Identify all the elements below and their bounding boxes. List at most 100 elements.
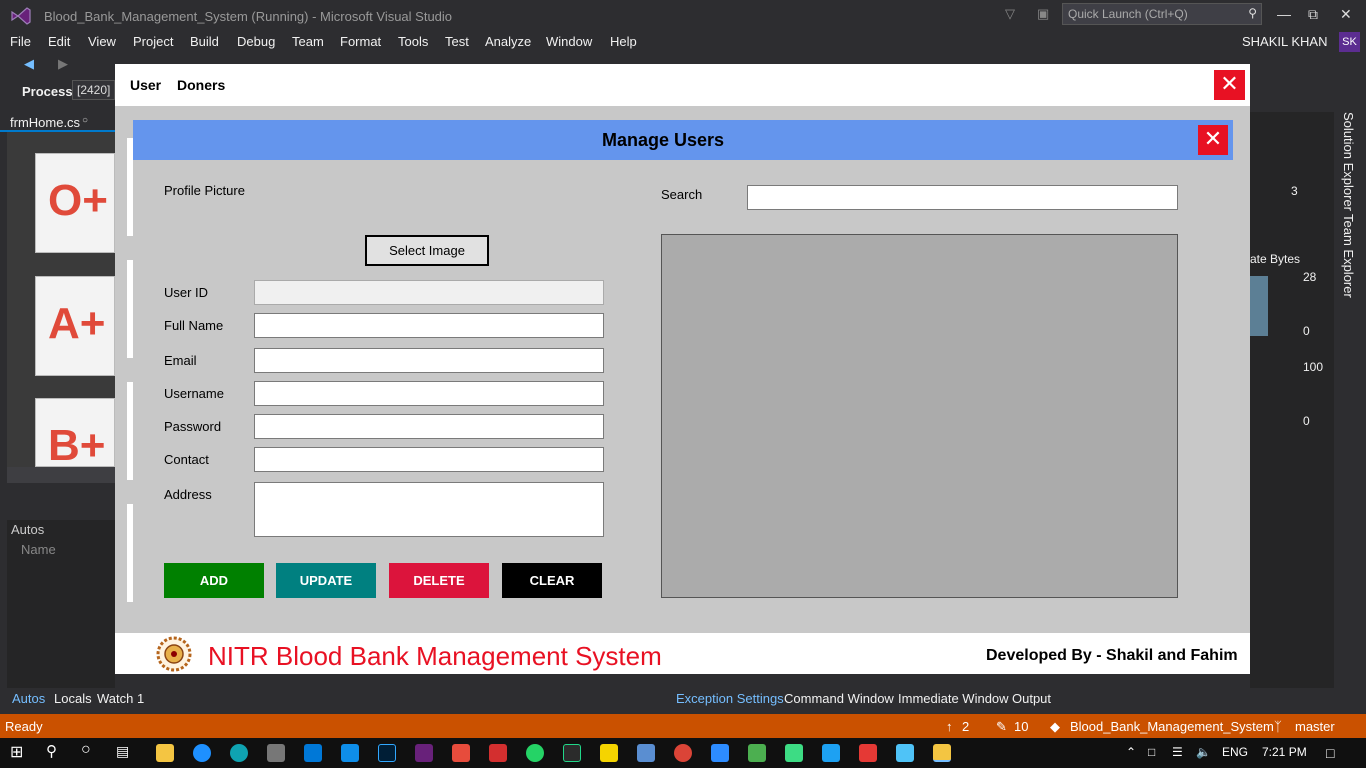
app-icon[interactable] bbox=[637, 744, 655, 762]
unpushed-count[interactable]: 2 bbox=[962, 719, 969, 734]
menu-build[interactable]: Build bbox=[190, 34, 219, 49]
wifi-icon[interactable]: ☰ bbox=[1172, 745, 1183, 759]
menu-user[interactable]: User bbox=[130, 77, 161, 93]
changes-count[interactable]: 10 bbox=[1014, 719, 1028, 734]
app-icon[interactable] bbox=[859, 744, 877, 762]
menu-window[interactable]: Window bbox=[546, 34, 592, 49]
menu-doners[interactable]: Doners bbox=[177, 77, 225, 93]
process-select[interactable]: [2420] B bbox=[72, 80, 115, 100]
whatsapp-icon[interactable] bbox=[526, 744, 544, 762]
menu-test[interactable]: Test bbox=[445, 34, 469, 49]
close-icon[interactable]: ✕ bbox=[1214, 70, 1245, 100]
menu-analyze[interactable]: Analyze bbox=[485, 34, 531, 49]
store-icon[interactable] bbox=[267, 744, 285, 762]
close-window-icon[interactable]: ✕ bbox=[1340, 6, 1352, 23]
select-image-button[interactable]: Select Image bbox=[365, 235, 489, 266]
search-input[interactable] bbox=[747, 185, 1178, 210]
cpu-min-label: 0 bbox=[1303, 414, 1310, 428]
tab-exception-settings[interactable]: Exception Settings bbox=[676, 691, 784, 706]
pycharm-icon[interactable] bbox=[563, 744, 581, 762]
app-icon[interactable] bbox=[896, 744, 914, 762]
tab-autos[interactable]: Autos bbox=[12, 691, 45, 706]
running-app-icon[interactable] bbox=[933, 744, 951, 762]
network-icon[interactable]: □ bbox=[1148, 745, 1155, 759]
chevron-up-icon[interactable]: ⌃ bbox=[1126, 745, 1136, 759]
app-icon[interactable] bbox=[452, 744, 470, 762]
add-button[interactable]: ADD bbox=[164, 563, 264, 598]
username-field[interactable] bbox=[254, 381, 604, 406]
repository-name[interactable]: Blood_Bank_Management_System bbox=[1070, 719, 1274, 734]
task-view-icon[interactable]: ▤ bbox=[116, 743, 129, 760]
mail-icon[interactable] bbox=[304, 744, 322, 762]
blood-group-card[interactable]: O+ bbox=[35, 153, 115, 253]
menu-debug[interactable]: Debug bbox=[237, 34, 275, 49]
full-name-field[interactable] bbox=[254, 313, 604, 338]
photoshop-icon[interactable] bbox=[378, 744, 396, 762]
menu-team[interactable]: Team bbox=[292, 34, 324, 49]
chrome-icon[interactable] bbox=[674, 744, 692, 762]
menu-format[interactable]: Format bbox=[340, 34, 381, 49]
email-field[interactable] bbox=[254, 348, 604, 373]
edge-icon[interactable] bbox=[230, 744, 248, 762]
update-button[interactable]: UPDATE bbox=[276, 563, 376, 598]
blood-group-card[interactable]: A+ bbox=[35, 276, 115, 376]
user-id-field[interactable] bbox=[254, 280, 604, 305]
team-explorer-tab[interactable]: Team Explorer bbox=[1341, 214, 1356, 298]
acrobat-icon[interactable] bbox=[489, 744, 507, 762]
menu-view[interactable]: View bbox=[88, 34, 116, 49]
contact-field[interactable] bbox=[254, 447, 604, 472]
menu-edit[interactable]: Edit bbox=[48, 34, 70, 49]
avatar[interactable]: SK bbox=[1339, 32, 1360, 52]
minimize-icon[interactable]: — bbox=[1277, 6, 1291, 22]
blood-group-card[interactable]: B+ bbox=[35, 398, 115, 467]
restore-icon[interactable]: ⧉ bbox=[1308, 6, 1318, 23]
branch-name[interactable]: master bbox=[1295, 719, 1335, 734]
cortana-icon[interactable]: ○ bbox=[81, 741, 91, 759]
search-icon: ⚲ bbox=[1248, 6, 1257, 20]
tab-command-window[interactable]: Command Window bbox=[784, 691, 894, 706]
menu-help[interactable]: Help bbox=[610, 34, 637, 49]
nitr-logo-icon bbox=[156, 636, 192, 672]
menu-tools[interactable]: Tools bbox=[398, 34, 428, 49]
file-explorer-icon[interactable] bbox=[156, 744, 174, 762]
app-icon[interactable] bbox=[785, 744, 803, 762]
zoom-icon[interactable] bbox=[711, 744, 729, 762]
windows-start-icon[interactable]: ⊞ bbox=[10, 742, 23, 762]
menu-project[interactable]: Project bbox=[133, 34, 173, 49]
autos-title: Autos bbox=[11, 522, 45, 537]
notifications-icon[interactable]: □ bbox=[1326, 745, 1334, 761]
designer-surface: O+ A+ B+ bbox=[7, 132, 115, 467]
search-icon[interactable]: ⚲ bbox=[46, 742, 57, 760]
timeline-label: 3 bbox=[1291, 184, 1298, 198]
clear-button[interactable]: CLEAR bbox=[502, 563, 602, 598]
tab-immediate-window[interactable]: Immediate Window bbox=[898, 691, 1009, 706]
feedback-icon[interactable]: ▣ bbox=[1037, 6, 1049, 22]
visual-studio-icon[interactable] bbox=[415, 744, 433, 762]
app-icon[interactable] bbox=[748, 744, 766, 762]
teamviewer-icon[interactable] bbox=[341, 744, 359, 762]
tab-output[interactable]: Output bbox=[1012, 691, 1051, 706]
quick-launch-input[interactable]: Quick Launch (Ctrl+Q) ⚲ bbox=[1062, 3, 1262, 25]
signed-in-user[interactable]: SHAKIL KHAN bbox=[1242, 34, 1328, 49]
back-icon[interactable]: ◀ bbox=[24, 56, 34, 72]
address-field[interactable] bbox=[254, 482, 604, 537]
input-language[interactable]: ENG bbox=[1222, 745, 1248, 759]
tab-watch1[interactable]: Watch 1 bbox=[97, 691, 144, 706]
pin-icon[interactable]: ○ bbox=[82, 115, 88, 126]
forward-icon[interactable]: ▶ bbox=[58, 56, 68, 72]
password-field[interactable] bbox=[254, 414, 604, 439]
delete-button[interactable]: DELETE bbox=[389, 563, 489, 598]
horizontal-scrollbar[interactable] bbox=[7, 467, 115, 483]
window-title: Blood_Bank_Management_System (Running) -… bbox=[44, 9, 453, 24]
menu-file[interactable]: File bbox=[10, 34, 31, 49]
internet-explorer-icon[interactable] bbox=[193, 744, 211, 762]
app-icon[interactable] bbox=[822, 744, 840, 762]
users-data-grid[interactable] bbox=[661, 234, 1178, 598]
tab-locals[interactable]: Locals bbox=[54, 691, 92, 706]
volume-icon[interactable]: 🔈 bbox=[1196, 745, 1211, 759]
media-player-icon[interactable] bbox=[600, 744, 618, 762]
close-icon[interactable]: ✕ bbox=[1198, 125, 1228, 155]
filter-icon[interactable]: ▽ bbox=[1005, 6, 1015, 22]
clock-time[interactable]: 7:21 PM bbox=[1262, 745, 1307, 759]
solution-explorer-tab[interactable]: Solution Explorer bbox=[1341, 112, 1356, 211]
